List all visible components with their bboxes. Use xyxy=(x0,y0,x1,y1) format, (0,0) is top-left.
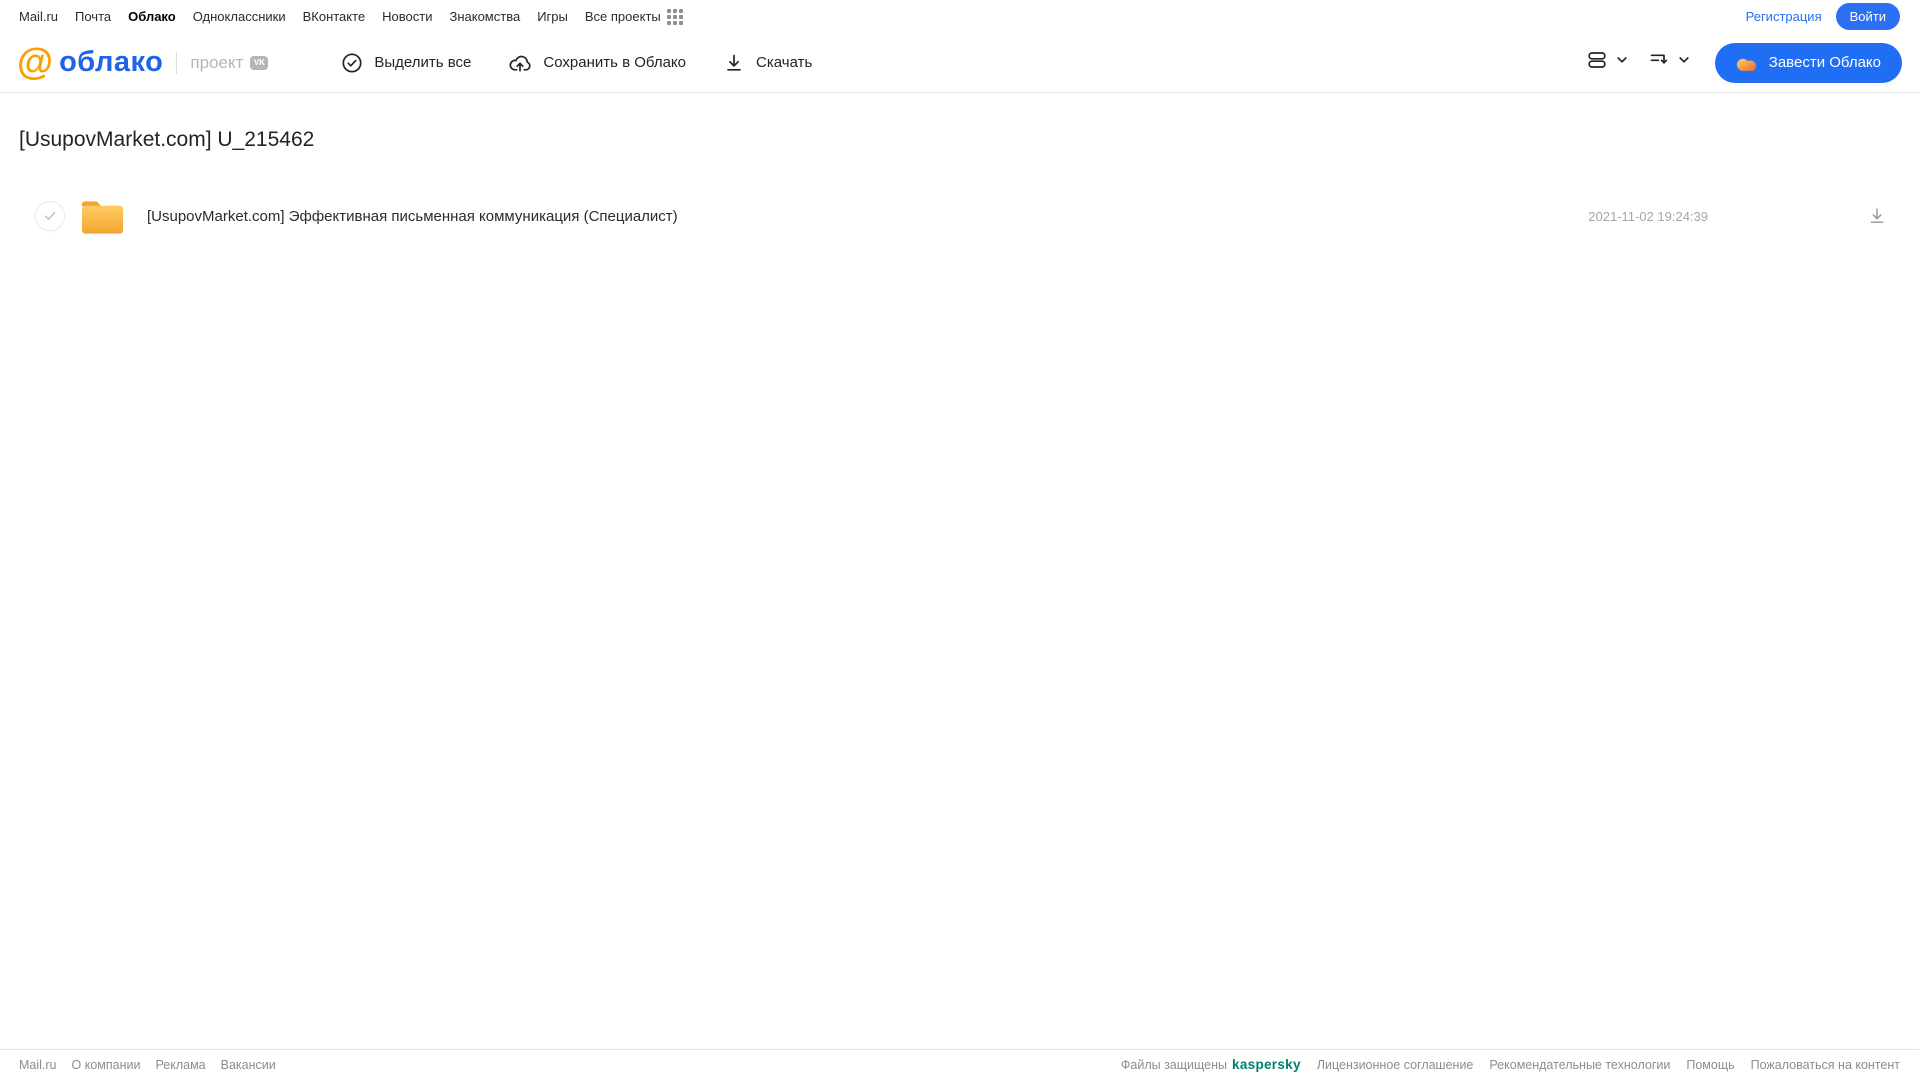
footer-link-mailru[interactable]: Mail.ru xyxy=(19,1058,57,1072)
footer-link-recommendation-tech[interactable]: Рекомендательные технологии xyxy=(1489,1058,1670,1072)
apps-grid-icon[interactable] xyxy=(666,8,683,25)
select-all-button[interactable]: Выделить все xyxy=(340,51,471,75)
row-checkbox[interactable] xyxy=(35,201,65,231)
logo-divider xyxy=(176,51,178,74)
logo-text: облако xyxy=(59,46,164,78)
public-folder-content: [UsupovMarket.com] U_215462 [UsupovMarke… xyxy=(0,128,1919,236)
footer-link-about[interactable]: О компании xyxy=(72,1058,141,1072)
kaspersky-logo[interactable]: kaspersky xyxy=(1232,1057,1301,1072)
footer-link-license[interactable]: Лицензионное соглашение xyxy=(1317,1058,1474,1072)
portal-nav: Mail.ru Почта Облако Одноклассники ВКонт… xyxy=(0,0,1919,33)
project-label: проект xyxy=(190,52,244,72)
row-download-icon[interactable] xyxy=(1866,205,1888,227)
kaspersky-protected: Файлы защищены kaspersky xyxy=(1121,1057,1301,1072)
file-toolbar: Выделить все Сохранить в Облако Скачать xyxy=(340,51,812,75)
folder-icon xyxy=(81,201,124,234)
sort-icon xyxy=(1647,48,1671,77)
protected-label: Файлы защищены xyxy=(1120,1057,1228,1072)
download-button[interactable]: Скачать xyxy=(722,51,812,75)
nav-link-vkontakte[interactable]: ВКонтакте xyxy=(303,9,366,24)
nav-link-pochta[interactable]: Почта xyxy=(75,9,111,24)
page-title: [UsupovMarket.com] U_215462 xyxy=(19,128,315,151)
save-to-cloud-button[interactable]: Сохранить в Облако xyxy=(507,51,686,75)
file-row[interactable]: [UsupovMarket.com] Эффективная письменна… xyxy=(19,196,1900,236)
cloud-logo[interactable]: @ облако проект vk xyxy=(17,40,269,82)
download-label: Скачать xyxy=(756,54,813,71)
create-cloud-label: Завести Облако xyxy=(1768,54,1881,71)
file-name-link[interactable]: [UsupovMarket.com] Эффективная письменна… xyxy=(147,208,678,225)
create-cloud-button[interactable]: Завести Облако xyxy=(1714,42,1902,83)
app-header: @ облако проект vk Выделить все xyxy=(0,33,1919,93)
chevron-down-icon xyxy=(1615,53,1629,72)
select-all-label: Выделить все xyxy=(374,54,472,71)
file-modified-date: 2021-11-02 19:24:39 xyxy=(1588,208,1708,224)
download-icon xyxy=(722,51,746,75)
check-circle-icon xyxy=(340,51,364,75)
vk-badge-icon: vk xyxy=(250,55,269,70)
auth-area: Регистрация Войти xyxy=(1746,3,1900,30)
footer-link-report-content[interactable]: Пожаловаться на контент xyxy=(1751,1058,1900,1072)
nav-link-all-projects[interactable]: Все проекты xyxy=(585,9,661,24)
nav-link-oblako[interactable]: Облако xyxy=(128,9,176,24)
nav-link-znakomstva[interactable]: Знакомства xyxy=(449,9,520,24)
page-footer: Mail.ru О компании Реклама Вакансии Файл… xyxy=(0,1049,1919,1079)
check-icon xyxy=(44,212,56,220)
cloud-blob-icon xyxy=(1736,54,1759,72)
header-right-controls: Завести Облако xyxy=(1585,42,1902,83)
nav-link-igry[interactable]: Игры xyxy=(537,9,568,24)
list-view-icon xyxy=(1585,48,1609,77)
chevron-down-icon xyxy=(1677,53,1691,72)
footer-right-links: Файлы защищены kaspersky Лицензионное со… xyxy=(1121,1057,1900,1072)
cloud-upload-icon xyxy=(507,51,533,75)
mailru-at-icon: @ xyxy=(17,40,54,82)
footer-link-help[interactable]: Помощь xyxy=(1686,1058,1734,1072)
footer-link-ads[interactable]: Реклама xyxy=(155,1058,205,1072)
view-mode-control[interactable] xyxy=(1585,48,1629,77)
sort-control[interactable] xyxy=(1647,48,1691,77)
nav-link-mailru[interactable]: Mail.ru xyxy=(19,9,58,24)
save-to-cloud-label: Сохранить в Облако xyxy=(543,54,687,71)
nav-link-odnoklassniki[interactable]: Одноклассники xyxy=(193,9,286,24)
nav-link-novosti[interactable]: Новости xyxy=(382,9,432,24)
register-link[interactable]: Регистрация xyxy=(1746,9,1822,24)
footer-link-jobs[interactable]: Вакансии xyxy=(221,1058,276,1072)
login-button[interactable]: Войти xyxy=(1835,3,1900,30)
